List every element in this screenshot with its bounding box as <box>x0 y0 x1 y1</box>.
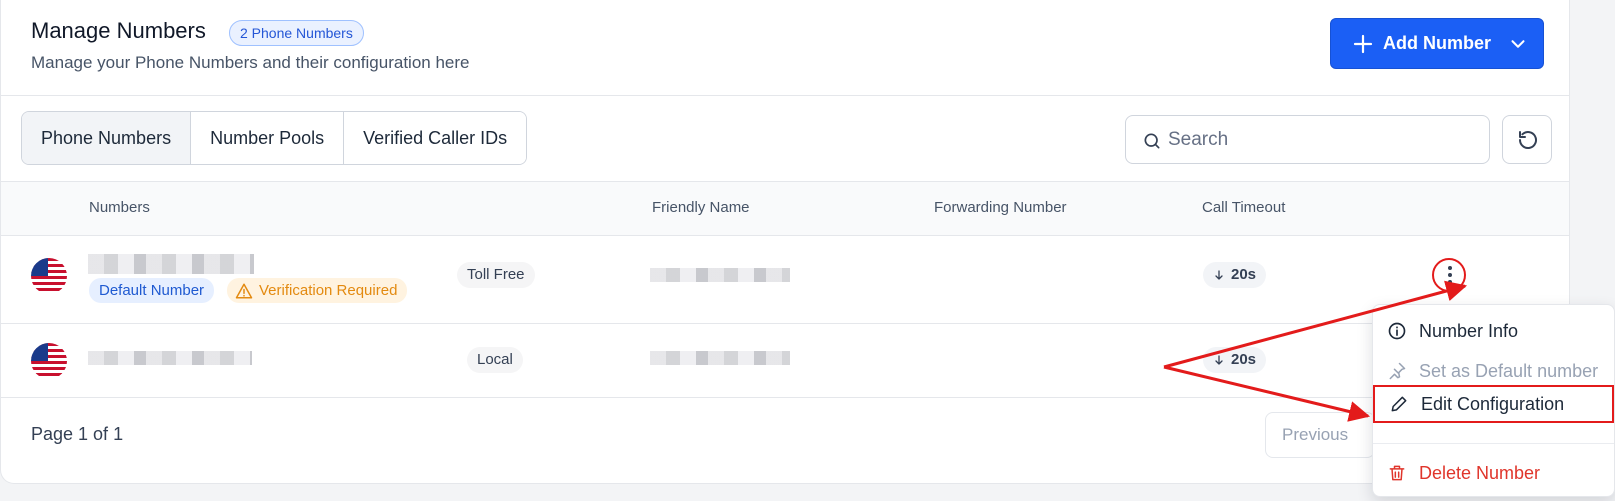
number-type-badge: Local <box>467 347 523 373</box>
search-icon <box>1144 133 1160 149</box>
table-row: Default Number Verification Required Tol… <box>1 236 1569 324</box>
call-timeout-value: 20s <box>1231 266 1257 283</box>
warning-icon <box>235 283 253 298</box>
tabs: Phone Numbers Number Pools Verified Call… <box>21 111 528 165</box>
search-box <box>1125 115 1490 164</box>
row-actions-menu-button[interactable] <box>1432 258 1466 292</box>
menu-item-number-info[interactable]: Number Info <box>1373 311 1614 351</box>
column-friendly-name: Friendly Name <box>652 199 750 216</box>
column-call-timeout: Call Timeout <box>1202 199 1286 216</box>
row-actions-dropdown: Number Info Set as Default number Edit C… <box>1372 304 1615 497</box>
redacted-friendly-name <box>650 268 790 282</box>
phone-count-badge: 2 Phone Numbers <box>229 20 364 46</box>
arrow-down-icon <box>1215 355 1223 365</box>
info-icon <box>1388 322 1406 340</box>
table-toolbar: Phone Numbers Number Pools Verified Call… <box>1 96 1569 182</box>
column-forwarding-number: Forwarding Number <box>934 199 1067 216</box>
tab-phone-numbers[interactable]: Phone Numbers <box>22 112 192 164</box>
number-type-badge: Toll Free <box>457 262 535 288</box>
menu-divider <box>1373 443 1614 444</box>
pencil-icon <box>1391 396 1407 412</box>
trash-icon <box>1389 465 1405 481</box>
menu-item-label: Set as Default number <box>1419 360 1599 381</box>
previous-page-button[interactable]: Previous <box>1265 412 1375 458</box>
verification-required-badge: Verification Required <box>227 278 408 303</box>
redacted-phone-number <box>88 351 252 365</box>
search-input[interactable] <box>1168 122 1468 158</box>
table-row: Local 20s <box>1 324 1569 398</box>
pin-icon <box>1389 362 1406 380</box>
call-timeout-badge: 20s <box>1203 347 1267 373</box>
refresh-button[interactable] <box>1502 115 1552 164</box>
menu-item-label: Number Info <box>1419 320 1519 341</box>
tab-verified-caller-ids[interactable]: Verified Caller IDs <box>344 112 527 164</box>
pagination-text: Page 1 of 1 <box>31 424 124 444</box>
call-timeout-value: 20s <box>1231 351 1257 368</box>
add-number-label: Add Number <box>1383 33 1491 53</box>
us-flag-icon <box>31 343 67 379</box>
arrow-down-icon <box>1215 270 1223 280</box>
page-header: Manage Numbers 2 Phone Numbers Manage yo… <box>1 0 1569 96</box>
verification-required-label: Verification Required <box>259 282 398 299</box>
menu-item-label: Delete Number <box>1419 462 1541 483</box>
menu-item-delete-number[interactable]: Delete Number <box>1373 453 1614 493</box>
chevron-down-icon[interactable] <box>1507 33 1529 55</box>
page-subtitle: Manage your Phone Numbers and their conf… <box>31 53 470 72</box>
tab-number-pools[interactable]: Number Pools <box>191 112 345 164</box>
default-number-badge: Default Number <box>89 278 215 303</box>
table-footer: Page 1 of 1 Previous <box>1 398 1569 483</box>
menu-item-label: Edit Configuration <box>1421 393 1565 414</box>
us-flag-icon <box>31 258 67 294</box>
column-numbers: Numbers <box>89 199 150 216</box>
plus-icon <box>1353 34 1373 54</box>
page-title: Manage Numbers <box>31 18 206 43</box>
table-header: Numbers Friendly Name Forwarding Number … <box>1 182 1569 236</box>
call-timeout-badge: 20s <box>1203 262 1267 288</box>
refresh-icon <box>1519 131 1537 149</box>
redacted-phone-number <box>88 254 254 274</box>
menu-item-edit-configuration[interactable]: Edit Configuration <box>1373 385 1614 423</box>
manage-numbers-card: Manage Numbers 2 Phone Numbers Manage yo… <box>0 0 1570 484</box>
add-number-button[interactable]: Add Number <box>1330 18 1544 69</box>
redacted-friendly-name <box>650 351 790 365</box>
